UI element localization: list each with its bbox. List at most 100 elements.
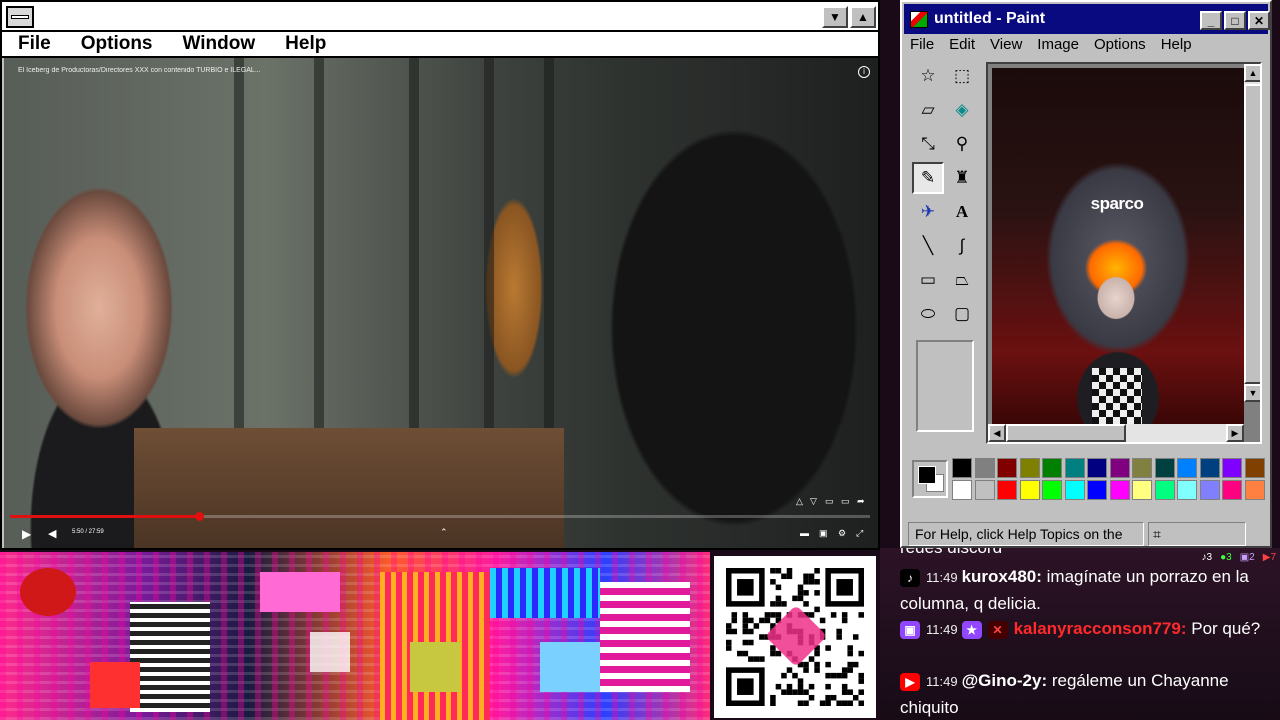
- system-menu-button[interactable]: [6, 6, 34, 28]
- menu-help[interactable]: Help: [1161, 36, 1192, 58]
- palette-color[interactable]: [1154, 458, 1175, 478]
- menu-window[interactable]: Window: [183, 33, 256, 55]
- brush-icon[interactable]: ♜: [946, 162, 978, 194]
- chevron-up-icon[interactable]: ⌃: [440, 527, 448, 538]
- volume-icon[interactable]: ◀: [48, 527, 56, 540]
- canvas-image[interactable]: sparco: [992, 68, 1244, 424]
- palette-color[interactable]: [1087, 458, 1107, 478]
- palette-color[interactable]: [1019, 480, 1040, 500]
- chat-message: ▣ 11:49 ★ ✕ kalanyracconson779: Por qué?: [900, 616, 1276, 643]
- scroll-left-icon[interactable]: ◀: [988, 424, 1006, 442]
- menu-options[interactable]: Options: [1094, 36, 1146, 58]
- qr-code[interactable]: [714, 556, 876, 718]
- palette-color[interactable]: [1154, 480, 1175, 500]
- glitch-art-panel: [0, 552, 710, 720]
- palette-color[interactable]: [997, 458, 1017, 478]
- palette-color[interactable]: [1019, 458, 1040, 478]
- palette-color[interactable]: [1244, 458, 1265, 478]
- menu-file[interactable]: File: [910, 36, 934, 58]
- palette-color[interactable]: [952, 458, 972, 478]
- palette-color[interactable]: [1177, 458, 1197, 478]
- magnifier-icon[interactable]: ⚲: [946, 128, 978, 160]
- progress-bar[interactable]: [10, 515, 870, 518]
- free-select-icon[interactable]: ☆: [912, 60, 944, 92]
- close-button[interactable]: ✕: [1248, 11, 1270, 30]
- chat-overlay: redes discord ♪3 ●3 ▣2 ▶7 ♪11:49kurox480…: [880, 548, 1280, 720]
- palette-color[interactable]: [1064, 480, 1085, 500]
- palette-color[interactable]: [1109, 458, 1130, 478]
- ellipse-icon[interactable]: ⬭: [912, 298, 944, 330]
- palette-color[interactable]: [1177, 480, 1197, 500]
- fullscreen-icon[interactable]: ⤢: [856, 528, 863, 539]
- rounded-rect-icon[interactable]: ▢: [946, 298, 978, 330]
- status-bar: For Help, click Help Topics on the ⌗: [906, 520, 1270, 548]
- chat-message: ♪ 11:49 kurox480: imagínate un porrazo en …: [900, 567, 1249, 613]
- palette-color[interactable]: [997, 480, 1017, 500]
- comment-icon[interactable]: ▭: [825, 496, 834, 507]
- color-picker-icon[interactable]: ⤡: [912, 128, 944, 160]
- palette-color[interactable]: [974, 458, 995, 478]
- menu-edit[interactable]: Edit: [949, 36, 975, 58]
- menu-options[interactable]: Options: [81, 33, 153, 55]
- palette-color[interactable]: [1087, 480, 1107, 500]
- palette-color[interactable]: [1199, 480, 1220, 500]
- minimize-button[interactable]: ▼: [822, 6, 848, 28]
- paint-title-bar[interactable]: untitled - Paint _ □ ✕: [904, 4, 1270, 34]
- palette-color[interactable]: [1222, 458, 1242, 478]
- video-frame[interactable]: El Iceberg de Productoras/Directores XXX…: [4, 58, 878, 548]
- dislike-icon[interactable]: ▽: [810, 496, 817, 507]
- tool-options-box[interactable]: [916, 340, 974, 432]
- vertical-scroll-thumb[interactable]: [1244, 84, 1260, 384]
- palette-color[interactable]: [1042, 458, 1062, 478]
- menu-help[interactable]: Help: [285, 33, 326, 55]
- vertical-scrollbar[interactable]: ▲ ▼: [1244, 64, 1260, 402]
- airbrush-icon[interactable]: ✈: [912, 196, 944, 228]
- curve-icon[interactable]: ∫: [946, 230, 978, 262]
- maximize-button[interactable]: ▲: [850, 6, 876, 28]
- maximize-button[interactable]: □: [1224, 11, 1246, 30]
- foreground-color-swatch[interactable]: [918, 466, 936, 484]
- subtitles-icon[interactable]: ▬: [800, 528, 809, 538]
- menu-view[interactable]: View: [990, 36, 1022, 58]
- line-icon[interactable]: ╲: [912, 230, 944, 262]
- palette-color[interactable]: [1132, 480, 1152, 500]
- save-icon[interactable]: ▭: [841, 496, 850, 507]
- horizontal-scroll-thumb[interactable]: [1006, 424, 1126, 442]
- palette-color[interactable]: [974, 480, 995, 500]
- menu-image[interactable]: Image: [1037, 36, 1079, 58]
- miniplayer-icon[interactable]: ▣: [819, 528, 828, 539]
- video-player-window: ▼ ▲ File Options Window Help El Iceberg …: [0, 0, 880, 550]
- horizontal-scrollbar[interactable]: ◀ ▶: [988, 424, 1244, 442]
- current-colors[interactable]: [912, 460, 948, 498]
- scroll-up-icon[interactable]: ▲: [1244, 64, 1260, 82]
- palette-color[interactable]: [952, 480, 972, 500]
- twitch-icon: ▣: [900, 620, 920, 639]
- scroll-right-icon[interactable]: ▶: [1226, 424, 1244, 442]
- pencil-icon[interactable]: ✎: [912, 162, 944, 194]
- menu-file[interactable]: File: [18, 33, 51, 55]
- play-icon[interactable]: ▶: [22, 527, 31, 541]
- scroll-down-icon[interactable]: ▼: [1244, 384, 1260, 402]
- video-title: El Iceberg de Productoras/Directores XXX…: [18, 67, 261, 74]
- palette-color[interactable]: [1222, 480, 1242, 500]
- like-icon[interactable]: △: [796, 496, 803, 507]
- palette-color[interactable]: [1199, 458, 1220, 478]
- minimize-button[interactable]: _: [1200, 11, 1222, 30]
- text-icon[interactable]: A: [946, 196, 978, 228]
- palette-color[interactable]: [1064, 458, 1085, 478]
- polygon-icon[interactable]: ⏢: [946, 264, 978, 296]
- palette-color[interactable]: [1244, 480, 1265, 500]
- palette-color[interactable]: [1042, 480, 1062, 500]
- youtube-count: ▶7: [1262, 552, 1276, 563]
- rect-select-icon[interactable]: ⬚: [946, 60, 978, 92]
- eraser-icon[interactable]: ▱: [912, 94, 944, 126]
- share-icon[interactable]: ➦: [857, 496, 865, 507]
- palette-color[interactable]: [1109, 480, 1130, 500]
- rectangle-icon[interactable]: ▭: [912, 264, 944, 296]
- status-text: For Help, click Help Topics on the: [908, 522, 1144, 546]
- info-icon[interactable]: i: [858, 66, 870, 78]
- palette-color[interactable]: [1132, 458, 1152, 478]
- fill-bucket-icon[interactable]: ◈: [946, 94, 978, 126]
- player-title-bar[interactable]: ▼ ▲: [2, 2, 878, 32]
- settings-icon[interactable]: ⚙: [838, 528, 846, 539]
